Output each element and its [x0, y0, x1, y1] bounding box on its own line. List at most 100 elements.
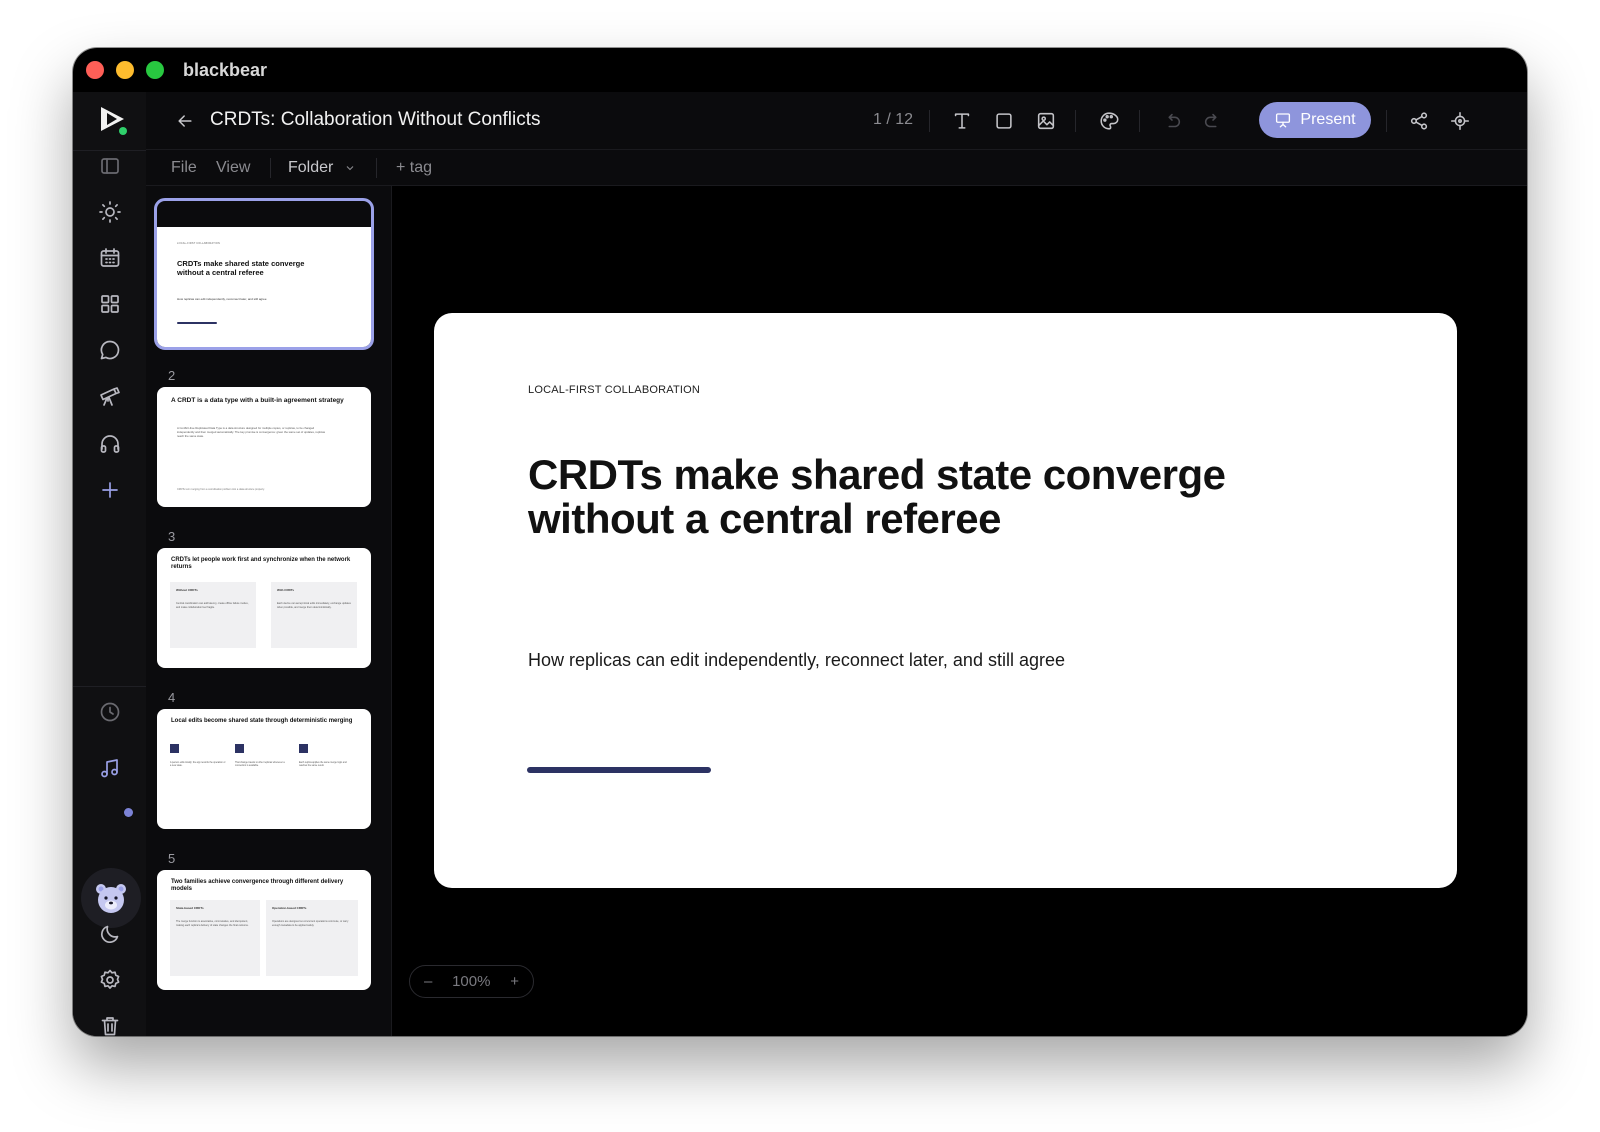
thumbnail-title: CRDTs let people work first and synchron… — [171, 557, 351, 571]
zoom-out-button[interactable]: – — [424, 973, 432, 990]
music-icon[interactable] — [96, 754, 124, 782]
step-marker — [299, 744, 308, 753]
slide-thumbnail-2[interactable]: A CRDT is a data type with a built-in ag… — [157, 387, 371, 507]
step-text: That change travels to other replicas wh… — [235, 762, 285, 768]
thumbnail-number: 2 — [168, 368, 176, 383]
thumbnail-title: CRDTs make shared state converge without… — [177, 259, 305, 277]
target-icon[interactable] — [1447, 108, 1473, 134]
gear-icon[interactable] — [96, 966, 124, 994]
thumbnail-column-body: The merge function is associative, commu… — [176, 920, 249, 927]
chevron-down-icon — [346, 165, 354, 171]
thumbnail-number: 5 — [168, 851, 176, 866]
toolbar-separator — [1386, 110, 1387, 132]
thumbnail-column-heading: With CRDTs — [277, 588, 295, 592]
step-marker — [170, 744, 179, 753]
text-tool-icon[interactable] — [949, 108, 975, 134]
rail-divider — [73, 686, 146, 687]
shape-tool-icon[interactable] — [991, 108, 1017, 134]
redo-icon[interactable] — [1200, 108, 1226, 134]
menu-file[interactable]: File — [171, 159, 197, 177]
share-icon[interactable] — [1406, 108, 1432, 134]
thumbnail-column-body: Operations are designed so concurrent op… — [272, 920, 349, 927]
slide-thumbnail-5[interactable]: Two families achieve convergence through… — [157, 870, 371, 990]
present-label: Present — [1300, 111, 1356, 128]
thumbnail-column-heading: State-based CRDTs — [176, 906, 204, 910]
thumbnail-column-heading: Without CRDTs — [176, 588, 198, 592]
present-button[interactable]: Present — [1259, 102, 1371, 138]
thumbnail-column-body: Each device can accept local edits immed… — [277, 602, 351, 609]
clock-icon[interactable] — [96, 698, 124, 726]
slide-eyebrow[interactable]: LOCAL-FIRST COLLABORATION — [528, 384, 700, 396]
moon-icon[interactable] — [96, 920, 124, 948]
trash-icon[interactable] — [96, 1012, 124, 1036]
undo-icon[interactable] — [1159, 108, 1185, 134]
avatar[interactable] — [81, 868, 141, 928]
sidebar-toggle-icon[interactable] — [96, 152, 124, 180]
logo-play-icon[interactable] — [97, 104, 129, 136]
slide-subtitle[interactable]: How replicas can edit independently, rec… — [528, 650, 1065, 671]
thumbnail-column: State-based CRDTs The merge function is … — [170, 900, 260, 976]
minimize-window-button[interactable] — [116, 61, 134, 79]
plus-icon[interactable] — [96, 476, 124, 504]
rail-divider — [73, 150, 146, 151]
toolbar-separator — [929, 110, 930, 132]
thumbnail-subtitle: How replicas can edit independently, rec… — [177, 297, 267, 301]
thumbnail-column: Operation-based CRDTs Operations are des… — [266, 900, 358, 976]
thumbnail-column: With CRDTs Each device can accept local … — [271, 582, 357, 648]
traffic-lights — [86, 61, 164, 79]
calendar-icon[interactable] — [96, 244, 124, 272]
chat-icon[interactable] — [96, 336, 124, 364]
step-text: Each replica applies the same merge logi… — [299, 762, 347, 768]
arrow-left-icon — [178, 115, 192, 127]
telescope-icon[interactable] — [96, 382, 124, 410]
thumbnail-number: 3 — [168, 529, 176, 544]
page-counter: 1 / 12 — [873, 111, 914, 128]
bear-avatar-icon — [96, 884, 126, 913]
presentation-icon — [1276, 113, 1291, 128]
add-tag-button[interactable]: + tag — [396, 159, 432, 177]
thumbnail-eyebrow: LOCAL-FIRST COLLABORATION — [177, 242, 220, 245]
image-tool-icon[interactable] — [1033, 108, 1059, 134]
top-toolbar: CRDTs: Collaboration Without Conflicts 1… — [146, 92, 1527, 150]
slide-thumbnail-4[interactable]: Local edits become shared state through … — [157, 709, 371, 829]
toolbar-separator — [1139, 110, 1140, 132]
app-window: blackbear CRDTs: Collaboration Without C… — [73, 48, 1527, 1036]
step-text: A person edits locally; the app records … — [170, 762, 226, 768]
zoom-in-button[interactable]: + — [510, 973, 519, 990]
slide-thumbnail-3[interactable]: CRDTs let people work first and synchron… — [157, 548, 371, 668]
sun-icon[interactable] — [96, 198, 124, 226]
title-bar: blackbear — [73, 48, 1527, 92]
slide-title[interactable]: CRDTs make shared state converge without… — [528, 453, 1288, 541]
folder-label: Folder — [288, 159, 334, 176]
slide-thumbnail-panel: 1 LOCAL-FIRST COLLABORATION CRDTs make s… — [146, 186, 392, 1036]
thumbnail-footnote: CRDTs turn merging from a coordination p… — [177, 488, 265, 491]
menu-bar: File View Folder + tag — [146, 150, 1527, 186]
thumbnail-title: Local edits become shared state through … — [171, 718, 353, 724]
thumbnail-column-heading: Operation-based CRDTs — [272, 906, 307, 910]
menu-view[interactable]: View — [216, 159, 250, 177]
maximize-window-button[interactable] — [146, 61, 164, 79]
thumbnail-title: A CRDT is a data type with a built-in ag… — [171, 397, 344, 404]
folder-dropdown[interactable]: Folder — [288, 159, 356, 177]
zoom-level: 100% — [452, 973, 491, 990]
thumbnail-title: Two families achieve convergence through… — [171, 879, 344, 893]
toolbar-separator — [1075, 110, 1076, 132]
back-button[interactable] — [172, 108, 198, 134]
close-window-button[interactable] — [86, 61, 104, 79]
document-title[interactable]: CRDTs: Collaboration Without Conflicts — [210, 109, 541, 131]
zoom-control: – 100% + — [409, 965, 534, 998]
palette-icon[interactable] — [1096, 108, 1122, 134]
thumbnail-column-body: Central coordination can add latency, cr… — [176, 602, 249, 609]
slide-accent-bar[interactable] — [527, 767, 711, 773]
icon-rail — [73, 92, 146, 1036]
menu-separator — [270, 158, 271, 178]
slide-thumbnail-1[interactable]: LOCAL-FIRST COLLABORATION CRDTs make sha… — [154, 198, 374, 350]
music-notification-dot — [124, 808, 133, 817]
thumbnail-number: 4 — [168, 690, 176, 705]
app-name: blackbear — [183, 59, 268, 80]
grid-icon[interactable] — [96, 290, 124, 318]
headphones-icon[interactable] — [96, 430, 124, 458]
current-slide[interactable]: LOCAL-FIRST COLLABORATION CRDTs make sha… — [434, 313, 1457, 888]
slide-canvas: LOCAL-FIRST COLLABORATION CRDTs make sha… — [392, 186, 1527, 1036]
menu-separator — [376, 158, 377, 178]
